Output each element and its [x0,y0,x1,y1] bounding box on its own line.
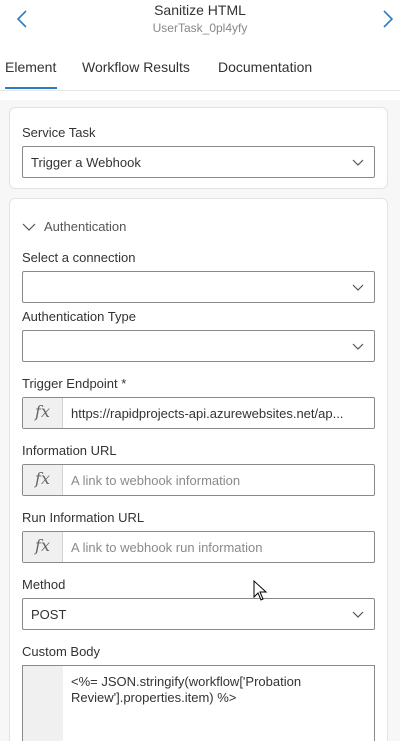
custom-body-label: Custom Body [22,644,101,659]
trigger-endpoint-label: Trigger Endpoint * [22,376,126,391]
tab-workflow-results[interactable]: Workflow Results [82,59,190,89]
run-information-url-label: Run Information URL [22,510,145,525]
trigger-endpoint-label-text: Trigger Endpoint [22,376,118,391]
connection-select[interactable] [22,271,375,303]
mouse-cursor-icon [253,580,268,601]
authentication-section-toggle[interactable]: Authentication [22,219,126,234]
custom-body-code: <%= JSON.stringify(workflow['Probation R… [71,674,361,706]
chevron-down-icon [352,159,364,166]
code-line-1: <%= JSON.stringify(workflow['Probation [71,674,302,689]
auth-type-select[interactable] [22,330,375,362]
code-line-2: Review'].properties.item) %> [71,690,237,705]
fx-icon[interactable]: fx [23,398,63,428]
required-mark: * [121,376,127,391]
chevron-down-icon [352,284,364,291]
information-url-placeholder: A link to webhook information [71,473,241,488]
fx-icon[interactable]: fx [23,532,63,562]
chevron-down-icon [22,223,36,231]
trigger-endpoint-value: https://rapidprojects-api.azurewebsites.… [71,406,344,421]
authentication-section-label: Authentication [44,219,127,234]
information-url-label: Information URL [22,443,117,458]
chevron-down-icon [352,343,364,350]
element-id: UserTask_0pl4yfy [152,21,248,35]
custom-body-editor[interactable]: <%= JSON.stringify(workflow['Probation R… [22,665,375,741]
tab-element[interactable]: Element [5,59,57,89]
tab-documentation[interactable]: Documentation [218,59,312,89]
chevron-down-icon [352,611,364,618]
fx-icon[interactable]: fx [23,465,63,495]
service-task-select[interactable]: Trigger a Webhook [22,146,375,178]
method-value: POST [31,607,67,622]
run-information-url-input[interactable]: fx A link to webhook run information [22,531,375,563]
service-task-label: Service Task [22,125,96,140]
chevron-right-icon[interactable] [380,8,396,30]
method-select[interactable]: POST [22,598,375,630]
trigger-endpoint-input[interactable]: fx https://rapidprojects-api.azurewebsit… [22,397,375,429]
method-label: Method [22,577,66,592]
information-url-input[interactable]: fx A link to webhook information [22,464,375,496]
auth-type-label: Authentication Type [22,309,136,324]
run-information-url-placeholder: A link to webhook run information [71,540,263,555]
editor-gutter [23,666,63,741]
tab-bar: Element Workflow Results Documentation [0,59,400,89]
connection-label: Select a connection [22,250,136,265]
tab-divider [0,90,400,91]
panel-header: Sanitize HTML UserTask_0pl4yfy Element W… [0,0,400,100]
service-task-value: Trigger a Webhook [31,155,141,170]
page-title: Sanitize HTML [154,2,246,18]
